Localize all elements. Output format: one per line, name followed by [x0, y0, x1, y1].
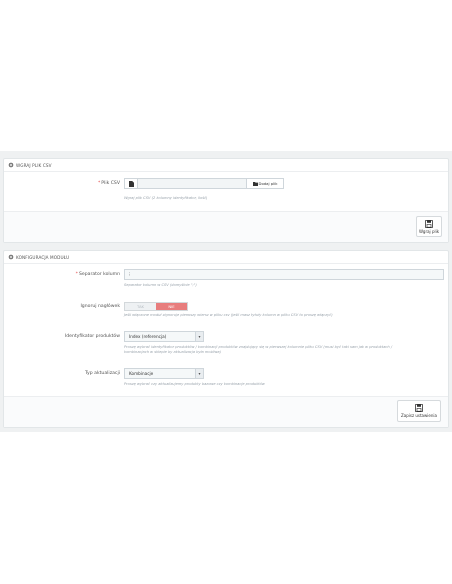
- panel-footer: Wgraj plik: [4, 211, 448, 242]
- panel-heading: WGRAJ PLIK CSV: [4, 159, 448, 172]
- panel-title: KONFIGURACJA MODUŁU: [16, 254, 70, 260]
- file-label: *Plik CSV: [97, 181, 120, 186]
- update-type-label: Typ aktualizacji: [84, 371, 120, 376]
- required-asterisk: *: [75, 272, 78, 277]
- separator-input[interactable]: ;: [124, 269, 444, 280]
- gear-icon: [8, 254, 14, 260]
- file-help: Wgraj plik CSV (2 kolumny identyfikator,…: [124, 196, 208, 200]
- separator-label: *Separator kolumn: [75, 272, 120, 277]
- update-type-help: Proszę wybrać czy aktualizujemy produkty…: [124, 382, 265, 386]
- floppy-disk-icon: [425, 219, 433, 228]
- identifier-help: Proszę wybrać identyfikator produktów / …: [124, 345, 393, 354]
- file-path-field[interactable]: [138, 179, 246, 188]
- floppy-disk-icon: [415, 404, 423, 412]
- file-input[interactable]: Dodaj plik: [124, 178, 284, 189]
- panel-title: WGRAJ PLIK CSV: [16, 162, 52, 168]
- identifier-label: Identyfikator produktów: [64, 334, 120, 339]
- separator-help: Separator kolumn w CSV (domyślnie ";"): [124, 283, 197, 287]
- config-panel: KONFIGURACJA MODUŁU *Separator kolumn ; …: [3, 250, 449, 428]
- chevron-down-icon: ▾: [195, 332, 203, 341]
- ignore-header-toggle[interactable]: TAK NIE: [124, 302, 188, 311]
- file-icon: [125, 179, 138, 188]
- chevron-down-icon: ▾: [195, 369, 203, 378]
- folder-icon: [252, 181, 258, 186]
- toggle-no[interactable]: NIE: [156, 303, 187, 310]
- ignore-header-help: Jeśli włączone moduł zignoruje pierwszy …: [124, 313, 333, 317]
- panel-heading: KONFIGURACJA MODUŁU: [4, 251, 448, 264]
- import-panel: WGRAJ PLIK CSV *Plik CSV Dodaj plik Wgra…: [3, 158, 449, 243]
- toggle-yes[interactable]: TAK: [125, 303, 156, 310]
- ignore-header-label: Ignoruj nagłówek: [80, 304, 120, 309]
- panel-footer: Zapisz ustawienia: [4, 396, 448, 427]
- required-asterisk: *: [97, 181, 101, 186]
- update-type-select[interactable]: Kombinacje ▾: [124, 368, 204, 379]
- upload-file-button[interactable]: Wgraj plik: [416, 216, 442, 237]
- add-file-button[interactable]: Dodaj plik: [246, 179, 283, 188]
- identifier-select[interactable]: Index (referencja) ▾: [124, 331, 204, 342]
- gear-icon: [8, 162, 14, 168]
- save-settings-button[interactable]: Zapisz ustawienia: [397, 400, 441, 422]
